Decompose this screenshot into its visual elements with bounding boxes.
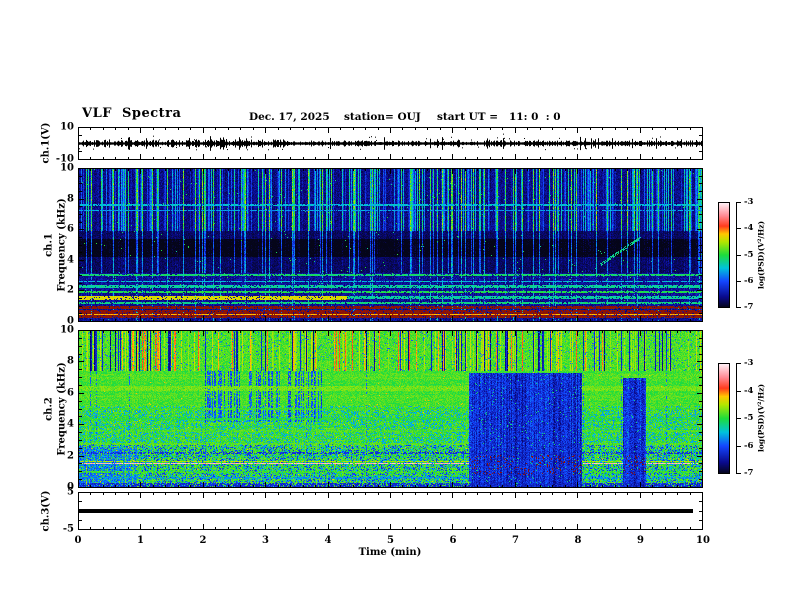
time-axis-label: Time (min) [358,547,422,558]
colorbar2-unit-label: log(PSD)(V²/Hz) [756,383,766,453]
header-station: station= OUJ [344,111,421,123]
ch2-spectrogram-panel [78,330,703,488]
x-tick-label: 6 [449,535,457,546]
y-tick-label: 2 [67,450,74,462]
ch1-spectrogram-panel [78,168,703,322]
ch2-channel-label: ch.2 [43,397,55,421]
x-tick-label: 2 [199,535,207,546]
y-tick-label: 4 [67,254,74,266]
x-tick-label: 0 [74,535,82,546]
header-start-ut: start UT = 11: 0 : 0 [437,111,561,123]
ch1-frequency-axis-label: Frequency (kHz) [56,198,68,292]
figure-title: VLF Spectra [82,106,182,121]
vlf-spectra-figure: VLF Spectra Dec. 17, 2025 station= OUJ s… [0,0,792,612]
y-tick-label: 5 [67,486,74,498]
ch3-waveform-panel [78,492,703,530]
colorbar-tick-label: -4 [744,385,754,396]
y-tick-label: 6 [67,387,74,399]
y-tick-label: 8 [67,193,74,205]
x-tick-label: 1 [137,535,144,546]
colorbar-tick-label: -5 [744,413,754,423]
y-tick-label: 6 [67,223,74,235]
x-tick-label: 5 [387,535,394,546]
colorbar-tick-label: -6 [744,440,754,451]
y-tick-label: -5 [62,523,74,535]
colorbar-tick-label: -5 [744,249,754,260]
y-tick-label: 10 [60,324,74,336]
colorbar-ch2 [718,363,742,474]
colorbar-tick-label: -7 [744,468,754,478]
x-tick-label: 8 [574,535,582,546]
colorbar-tick-label: -6 [744,275,754,286]
x-tick-label: 7 [512,535,519,546]
y-tick-label: 10 [60,121,74,133]
y-tick-label: 4 [67,418,74,430]
y-tick-label: 2 [67,284,74,296]
ch1-waveform-panel [78,127,703,160]
x-tick-label: 9 [637,535,644,546]
colorbar-tick-label: -7 [744,302,754,312]
colorbar-tick-label: -3 [744,197,754,207]
colorbar1-unit-label: log(PSD)(V²/Hz) [756,220,766,290]
x-tick-label: 10 [696,535,710,546]
colorbar-ch1 [718,202,742,308]
header-date: Dec. 17, 2025 [249,111,330,123]
y-tick-label: 8 [67,355,74,367]
colorbar-tick-label: -4 [744,223,754,234]
ch2-frequency-axis-label: Frequency (kHz) [56,362,68,456]
x-tick-label: 3 [262,535,269,546]
colorbar-tick-label: -3 [744,358,754,368]
y-tick-label: 10 [60,162,74,174]
x-tick-label: 4 [324,535,332,546]
